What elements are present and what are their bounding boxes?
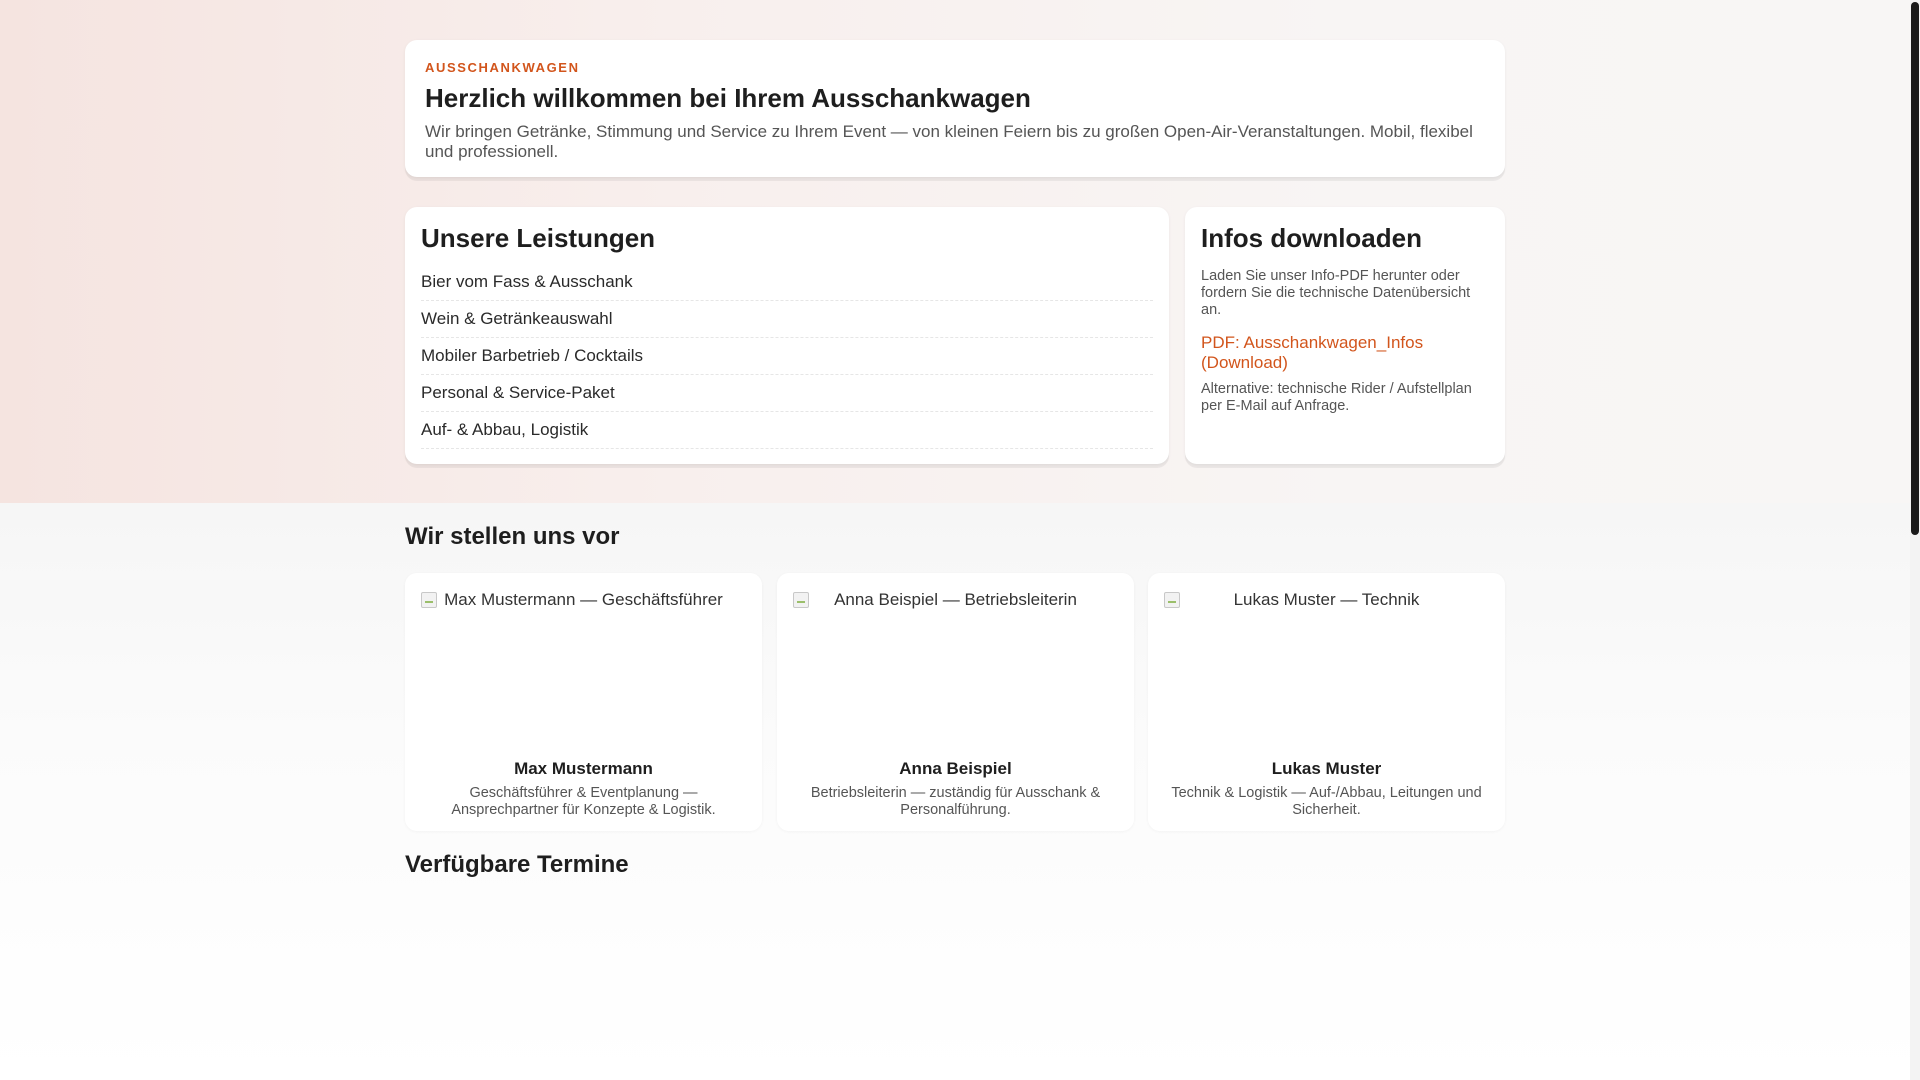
team-photo: Lukas Muster — Technik (1164, 589, 1489, 747)
downloads-title: Infos downloaden (1201, 223, 1422, 253)
pdf-download-link[interactable]: PDF: Ausschankwagen_Infos (Download) (1201, 333, 1489, 373)
broken-image-icon (421, 592, 437, 608)
team-card-anna: Anna Beispiel — Betriebsleiterin Anna Be… (777, 573, 1134, 831)
team-photo: Max Mustermann — Geschäftsführer (421, 589, 746, 747)
team-photo-alt: Anna Beispiel — Betriebsleiterin (834, 590, 1077, 609)
hero-title: Herzlich willkommen bei Ihrem Ausschankw… (425, 83, 1031, 113)
service-item: Auf- & Abbau, Logistik (421, 412, 1153, 449)
team-member-name: Anna Beispiel (899, 759, 1012, 778)
downloads-alternative: Alternative: technische Rider / Aufstell… (1201, 381, 1472, 414)
page-scrollbar[interactable] (1910, 0, 1920, 1080)
team-card-lukas: Lukas Muster — Technik Lukas Muster Tech… (1148, 573, 1505, 831)
team-member-name: Max Mustermann (514, 759, 653, 778)
team-card-max: Max Mustermann — Geschäftsführer Max Mus… (405, 573, 762, 831)
hero-eyebrow: AUSSCHANKWAGEN (425, 60, 580, 75)
team-section-title: Wir stellen uns vor (405, 523, 620, 550)
broken-image-icon (793, 592, 809, 608)
team-photo-alt: Max Mustermann — Geschäftsführer (444, 590, 723, 609)
service-item: Bier vom Fass & Ausschank (421, 264, 1153, 301)
team-photo: Anna Beispiel — Betriebsleiterin (793, 589, 1118, 747)
service-item: Mobiler Barbetrieb / Cocktails (421, 338, 1153, 375)
service-item: Personal & Service-Paket (421, 375, 1153, 412)
team-member-role: Betriebsleiterin — zuständig für Ausscha… (810, 785, 1101, 818)
services-list: Bier vom Fass & Ausschank Wein & Getränk… (421, 264, 1153, 449)
dates-section-title: Verfügbare Termine (405, 851, 629, 878)
services-card: Unsere Leistungen Bier vom Fass & Aussch… (405, 207, 1169, 464)
hero-description: Wir bringen Getränke, Stimmung und Servi… (425, 122, 1473, 161)
services-title: Unsere Leistungen (421, 223, 656, 253)
downloads-description: Laden Sie unser Info-PDF herunter oder f… (1201, 268, 1471, 318)
page: AUSSCHANKWAGEN Herzlich willkommen bei I… (0, 0, 1920, 1080)
team-member-role: Geschäftsführer & Eventplanung — Ansprec… (451, 785, 716, 818)
downloads-card: Infos downloaden Laden Sie unser Info-PD… (1185, 207, 1505, 464)
service-item: Wein & Getränkeauswahl (421, 301, 1153, 338)
welcome-card: AUSSCHANKWAGEN Herzlich willkommen bei I… (405, 40, 1505, 177)
broken-image-icon (1164, 592, 1180, 608)
team-member-role: Technik & Logistik — Auf-/Abbau, Leitung… (1171, 785, 1482, 818)
team-photo-alt: Lukas Muster — Technik (1233, 590, 1420, 609)
team-member-name: Lukas Muster (1271, 759, 1382, 778)
scrollbar-thumb[interactable] (1911, 2, 1919, 535)
